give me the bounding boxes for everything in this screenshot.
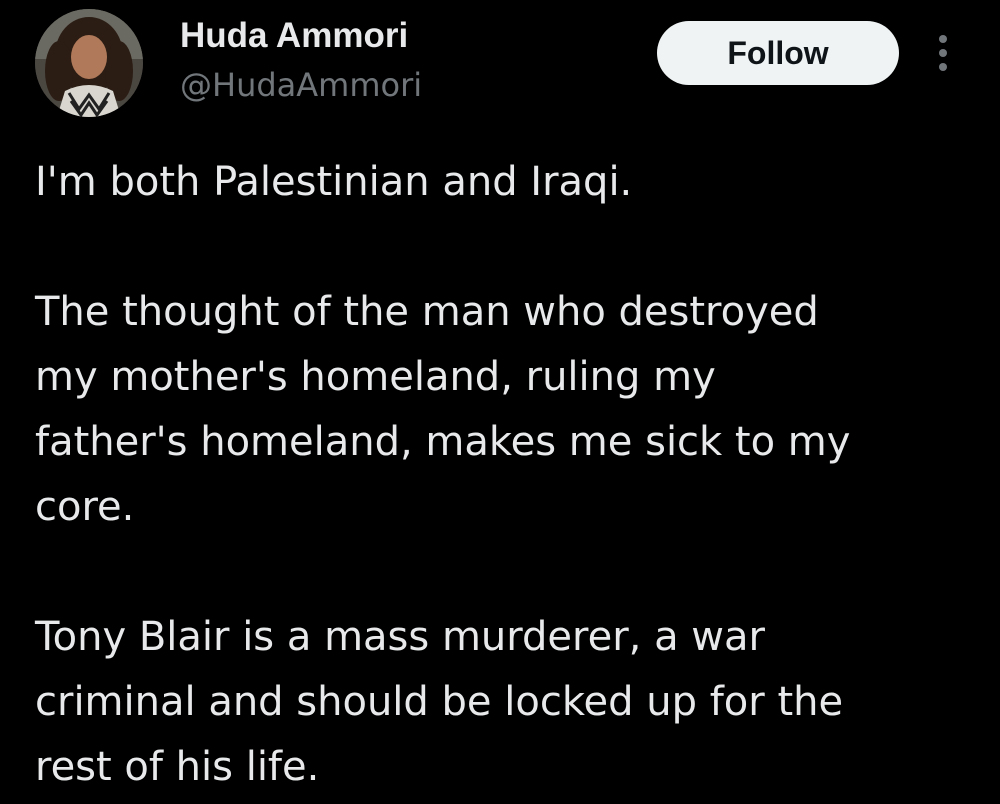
more-vertical-icon bbox=[939, 49, 947, 57]
author-handle[interactable]: @HudaAmmori bbox=[180, 63, 422, 107]
tweet-paragraph: Tony Blair is a mass murderer, a war cri… bbox=[35, 614, 844, 790]
tweet-paragraph: The thought of the man who destroyed my … bbox=[35, 289, 851, 530]
more-vertical-icon bbox=[939, 35, 947, 43]
avatar[interactable] bbox=[35, 9, 143, 117]
tweet-card: Huda Ammori @HudaAmmori Follow I'm both … bbox=[0, 0, 1000, 804]
avatar-photo bbox=[35, 9, 143, 117]
more-vertical-icon bbox=[939, 63, 947, 71]
tweet-text: I'm both Palestinian and Iraqi. The thou… bbox=[35, 150, 975, 800]
more-options-button[interactable] bbox=[926, 28, 960, 78]
tweet-paragraph: I'm both Palestinian and Iraqi. bbox=[35, 159, 633, 205]
follow-button[interactable]: Follow bbox=[657, 21, 899, 85]
author-display-name[interactable]: Huda Ammori bbox=[180, 14, 408, 58]
